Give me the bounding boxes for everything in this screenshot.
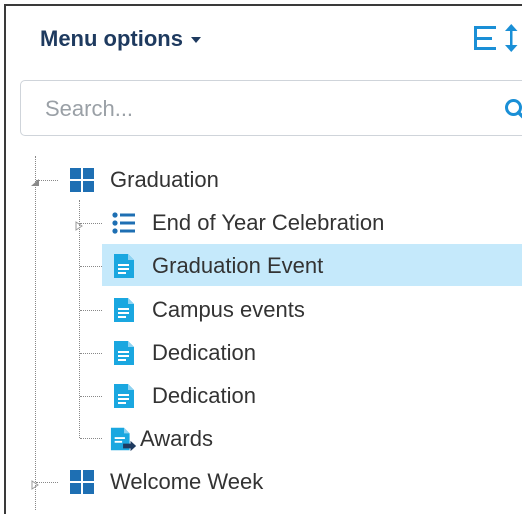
tree-node-campus-events[interactable]: Campus events: [110, 290, 305, 330]
tree-node-dedication[interactable]: Dedication: [110, 333, 256, 373]
menu-options-dropdown[interactable]: Menu options: [40, 24, 201, 54]
tree-line: [80, 266, 102, 267]
tiles-icon: [68, 166, 96, 194]
tree-node-awards[interactable]: Awards: [110, 419, 213, 459]
tree-line: [35, 156, 36, 510]
tree-node-label: Dedication: [152, 340, 256, 366]
tree-line: [80, 396, 102, 397]
tree-node-graduation[interactable]: Graduation: [68, 160, 219, 200]
page-link-icon: [110, 425, 138, 453]
expand-collapse-tree-icon[interactable]: [472, 22, 522, 56]
tree-node-label: Awards: [140, 426, 213, 452]
tree-line: [80, 438, 102, 439]
tree-line: [80, 310, 102, 311]
tree-node-graduation-event[interactable]: Graduation Event: [110, 246, 323, 286]
tree-line: [79, 200, 80, 438]
tree-node-label: Graduation Event: [152, 253, 323, 279]
tree-node-label: Welcome Week: [110, 469, 263, 495]
tree-node-label: Graduation: [110, 167, 219, 193]
expand-arrow-icon[interactable]: [74, 218, 84, 228]
tree-line: [80, 353, 102, 354]
search-icon[interactable]: [503, 97, 522, 123]
tree-node-label: End of Year Celebration: [152, 210, 384, 236]
search-box: [20, 80, 522, 136]
page-icon: [110, 339, 138, 367]
expand-arrow-icon[interactable]: [30, 477, 40, 487]
tiles-icon: [68, 468, 96, 496]
page-icon: [110, 252, 138, 280]
search-input[interactable]: [43, 91, 467, 127]
page-icon: [110, 296, 138, 324]
tree-node-welcome-week[interactable]: Welcome Week: [68, 462, 263, 502]
tree-node-label: Campus events: [152, 297, 305, 323]
page-icon: [110, 382, 138, 410]
list-icon: [110, 209, 138, 237]
collapse-arrow-icon[interactable]: [30, 175, 40, 185]
tree-node-label: Dedication: [152, 383, 256, 409]
caret-down-icon: [191, 37, 201, 43]
tree-node-dedication[interactable]: Dedication: [110, 376, 256, 416]
tree-node-end-of-year-celebration[interactable]: End of Year Celebration: [110, 203, 384, 243]
menu-options-label: Menu options: [40, 26, 183, 52]
